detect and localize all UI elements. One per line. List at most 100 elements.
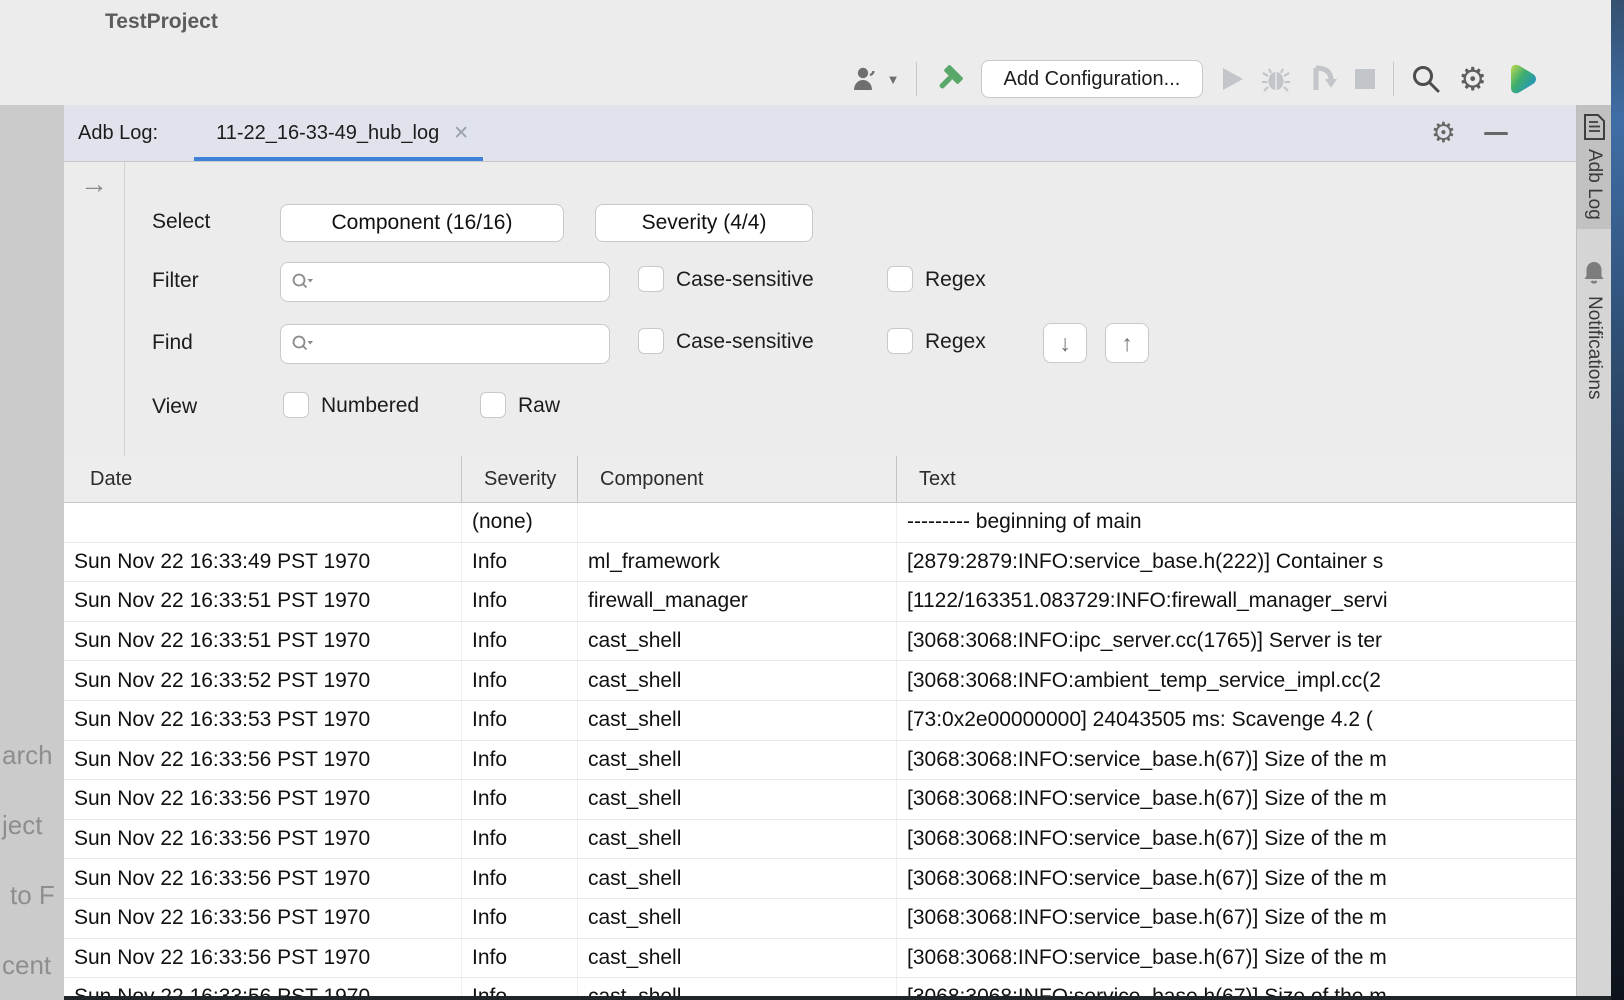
- cell-date: Sun Nov 22 16:33:56 PST 1970: [64, 780, 462, 819]
- window-bottom-edge: [64, 996, 1611, 1000]
- cell-component: cast_shell: [578, 741, 897, 780]
- cell-component: cast_shell: [578, 820, 897, 859]
- search-icon: [291, 333, 315, 355]
- search-icon: [291, 271, 315, 293]
- hide-filters-arrow-icon[interactable]: →: [80, 170, 108, 456]
- background-text-fragment: ject: [2, 810, 42, 841]
- document-icon: [1583, 114, 1606, 140]
- cell-severity: Info: [462, 741, 578, 780]
- window-chrome: TestProject ▼ Add Configuration...: [0, 0, 1611, 105]
- stripe-gap: [1577, 229, 1611, 251]
- cell-date: Sun Nov 22 16:33:56 PST 1970: [64, 939, 462, 978]
- table-row[interactable]: Sun Nov 22 16:33:52 PST 1970Infocast_she…: [64, 661, 1576, 701]
- cell-severity: Info: [462, 582, 578, 621]
- cell-component: cast_shell: [578, 899, 897, 938]
- stripe-tab-notifications[interactable]: Notifications: [1577, 251, 1611, 409]
- search-icon[interactable]: [1410, 63, 1442, 95]
- table-row[interactable]: Sun Nov 22 16:33:51 PST 1970Infocast_she…: [64, 622, 1576, 662]
- filter-search-field[interactable]: [280, 262, 610, 302]
- table-row[interactable]: Sun Nov 22 16:33:56 PST 1970Infocast_she…: [64, 741, 1576, 781]
- find-regex-checkbox[interactable]: [887, 328, 913, 354]
- add-configuration-button[interactable]: Add Configuration...: [981, 60, 1204, 98]
- find-next-button[interactable]: ↓: [1043, 323, 1087, 363]
- find-label: Find: [152, 331, 193, 355]
- cell-text: [3068:3068:INFO:service_base.h(67)] Size…: [897, 780, 1576, 819]
- toolbar-divider: [916, 62, 917, 96]
- cell-date: Sun Nov 22 16:33:51 PST 1970: [64, 622, 462, 661]
- cell-component: ml_framework: [578, 543, 897, 582]
- filter-search-input[interactable]: [321, 270, 609, 295]
- cell-text: [1122/163351.083729:INFO:firewall_manage…: [897, 582, 1576, 621]
- table-row[interactable]: Sun Nov 22 16:33:56 PST 1970Infocast_she…: [64, 820, 1576, 860]
- cell-text: [2879:2879:INFO:service_base.h(222)] Con…: [897, 543, 1576, 582]
- minimize-icon[interactable]: [1484, 132, 1508, 135]
- log-file-tab[interactable]: 11-22_16-33-49_hub_log ✕: [194, 105, 483, 161]
- stop-icon: [1353, 67, 1377, 91]
- log-table-body: (none)--------- beginning of mainSun Nov…: [64, 503, 1576, 1000]
- cell-text: [3068:3068:INFO:service_base.h(67)] Size…: [897, 820, 1576, 859]
- find-search-input[interactable]: [321, 332, 609, 357]
- table-row[interactable]: Sun Nov 22 16:33:56 PST 1970Infocast_she…: [64, 899, 1576, 939]
- cell-date: [64, 503, 462, 542]
- background-window-strip: archjectto Fcentvigat: [0, 105, 64, 1000]
- cell-date: Sun Nov 22 16:33:56 PST 1970: [64, 741, 462, 780]
- close-icon[interactable]: ✕: [453, 122, 469, 145]
- chevron-down-icon: ▼: [887, 72, 900, 87]
- column-header-date: Date: [64, 456, 462, 502]
- component-filter-button[interactable]: Component (16/16): [280, 204, 564, 242]
- filter-case-sensitive-checkbox[interactable]: [638, 266, 664, 292]
- stripe-tab-adb-log[interactable]: Adb Log: [1577, 105, 1611, 229]
- table-row[interactable]: Sun Nov 22 16:33:56 PST 1970Infocast_she…: [64, 939, 1576, 979]
- cell-date: Sun Nov 22 16:33:56 PST 1970: [64, 859, 462, 898]
- cell-text: [3068:3068:INFO:service_base.h(67)] Size…: [897, 741, 1576, 780]
- cell-severity: Info: [462, 543, 578, 582]
- adb-log-panel: Adb Log: 11-22_16-33-49_hub_log ✕ ⚙ → Se…: [64, 105, 1576, 1000]
- select-label: Select: [152, 210, 210, 234]
- find-case-sensitive-label: Case-sensitive: [676, 330, 814, 354]
- panel-actions: ⚙: [1431, 105, 1508, 161]
- table-row[interactable]: Sun Nov 22 16:33:49 PST 1970Infoml_frame…: [64, 543, 1576, 583]
- build-hammer-icon[interactable]: [933, 63, 965, 95]
- column-header-text: Text: [897, 456, 1576, 502]
- cell-severity: Info: [462, 939, 578, 978]
- table-row[interactable]: (none)--------- beginning of main: [64, 503, 1576, 543]
- background-text-fragment: to F: [10, 880, 55, 911]
- background-text-fragment: arch: [2, 740, 53, 771]
- settings-gear-icon[interactable]: ⚙: [1458, 63, 1487, 95]
- cell-component: [578, 503, 897, 542]
- cell-date: Sun Nov 22 16:33:49 PST 1970: [64, 543, 462, 582]
- adb-log-tab-bar: Adb Log: 11-22_16-33-49_hub_log ✕ ⚙: [64, 105, 1576, 162]
- panel-settings-gear-icon[interactable]: ⚙: [1431, 119, 1456, 147]
- stripe-tab-notifications-label: Notifications: [1583, 296, 1605, 400]
- raw-checkbox[interactable]: [480, 392, 506, 418]
- toolbar-divider: [1393, 62, 1394, 96]
- cell-severity: Info: [462, 899, 578, 938]
- cell-severity: Info: [462, 661, 578, 700]
- find-case-sensitive-checkbox[interactable]: [638, 328, 664, 354]
- window-title: TestProject: [105, 10, 218, 34]
- cell-severity: (none): [462, 503, 578, 542]
- filter-case-sensitive-label: Case-sensitive: [676, 268, 814, 292]
- table-row[interactable]: Sun Nov 22 16:33:56 PST 1970Infocast_she…: [64, 859, 1576, 899]
- filter-label: Filter: [152, 269, 199, 293]
- find-regex-label: Regex: [925, 330, 986, 354]
- cell-component: cast_shell: [578, 622, 897, 661]
- log-file-tab-title: 11-22_16-33-49_hub_log: [216, 122, 439, 145]
- cell-date: Sun Nov 22 16:33:53 PST 1970: [64, 701, 462, 740]
- table-row[interactable]: Sun Nov 22 16:33:53 PST 1970Infocast_she…: [64, 701, 1576, 741]
- numbered-checkbox[interactable]: [283, 392, 309, 418]
- user-menu-icon[interactable]: ▼: [850, 65, 900, 93]
- panel-label: Adb Log:: [78, 122, 158, 145]
- find-search-field[interactable]: [280, 324, 610, 364]
- cell-component: cast_shell: [578, 701, 897, 740]
- view-label: View: [152, 395, 197, 419]
- find-previous-button[interactable]: ↑: [1105, 323, 1149, 363]
- raw-label: Raw: [518, 394, 560, 418]
- table-row[interactable]: Sun Nov 22 16:33:51 PST 1970Infofirewall…: [64, 582, 1576, 622]
- cell-component: cast_shell: [578, 661, 897, 700]
- cell-component: firewall_manager: [578, 582, 897, 621]
- table-row[interactable]: Sun Nov 22 16:33:56 PST 1970Infocast_she…: [64, 780, 1576, 820]
- severity-filter-button[interactable]: Severity (4/4): [595, 204, 813, 242]
- updates-sphere-icon[interactable]: [1503, 61, 1539, 97]
- filter-regex-checkbox[interactable]: [887, 266, 913, 292]
